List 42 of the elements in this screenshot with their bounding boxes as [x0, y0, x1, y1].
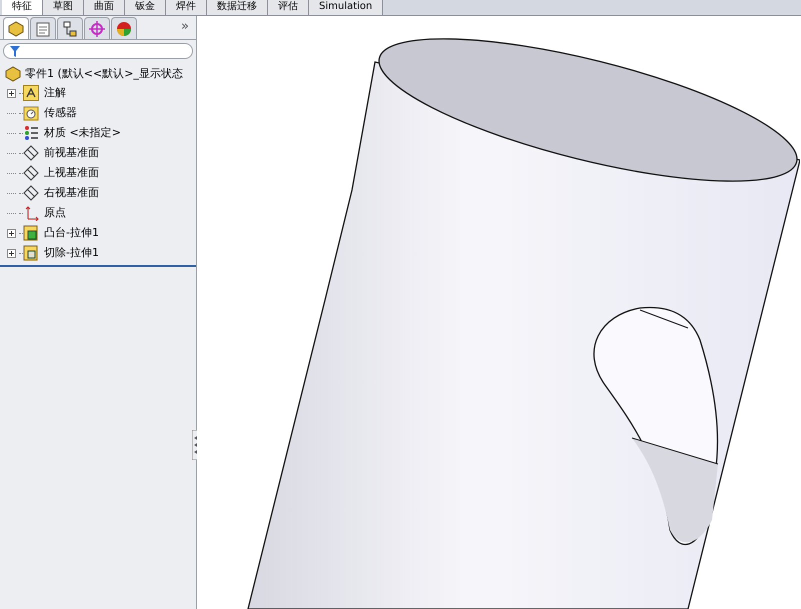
tree-item-label[interactable]: 凸台-拉伸1	[44, 224, 99, 242]
letter-a-icon	[23, 85, 39, 101]
tree-item-label[interactable]: 材质 <未指定>	[44, 124, 121, 142]
tree-item-label[interactable]: 原点	[44, 204, 66, 222]
plane-icon	[23, 185, 39, 201]
boss-feature-icon	[23, 225, 39, 241]
color-ball-icon	[115, 20, 133, 38]
plane-icon	[23, 165, 39, 181]
material-list-icon	[23, 125, 39, 141]
expand-plus-icon[interactable]	[7, 228, 16, 238]
part-icon	[7, 20, 25, 38]
panel-tab[interactable]	[3, 17, 29, 39]
tree-item-label[interactable]: 前视基准面	[44, 144, 99, 162]
command-tab[interactable]: 草图	[43, 0, 84, 15]
command-tab[interactable]: 评估	[268, 0, 309, 15]
panel-tab[interactable]	[30, 17, 56, 39]
origin-axes-icon	[23, 205, 39, 221]
part-root-label[interactable]: 零件1 (默认<<默认>_显示状态	[25, 66, 183, 82]
hierarchy-icon	[62, 20, 78, 38]
filter-field[interactable]	[3, 43, 193, 59]
tree-item-label[interactable]: 上视基准面	[44, 164, 99, 182]
crosshair-icon	[88, 20, 106, 38]
command-tab[interactable]: 焊件	[166, 0, 207, 15]
filter-icon	[10, 46, 20, 56]
gauge-folder-icon	[23, 105, 39, 121]
more-tabs-button[interactable]: »	[181, 16, 189, 36]
tree-item-label[interactable]: 右视基准面	[44, 184, 99, 202]
command-tab[interactable]: 特征	[2, 0, 43, 15]
expand-plus-icon[interactable]	[7, 88, 16, 98]
tree-item-label[interactable]: 传感器	[44, 104, 77, 122]
document-icon	[35, 20, 51, 38]
panel-tab[interactable]	[57, 17, 83, 39]
command-tab[interactable]: 曲面	[84, 0, 125, 15]
command-tab[interactable]: 钣金	[125, 0, 166, 15]
plane-icon	[23, 145, 39, 161]
expand-plus-icon[interactable]	[7, 248, 16, 258]
command-tab[interactable]: Simulation	[309, 0, 384, 15]
cut-feature-icon	[23, 245, 39, 261]
tree-item-label[interactable]: 注解	[44, 84, 66, 102]
part-icon	[4, 65, 22, 83]
command-tab[interactable]: 数据迁移	[207, 0, 268, 15]
tree-item-label[interactable]: 切除-拉伸1	[44, 244, 99, 262]
